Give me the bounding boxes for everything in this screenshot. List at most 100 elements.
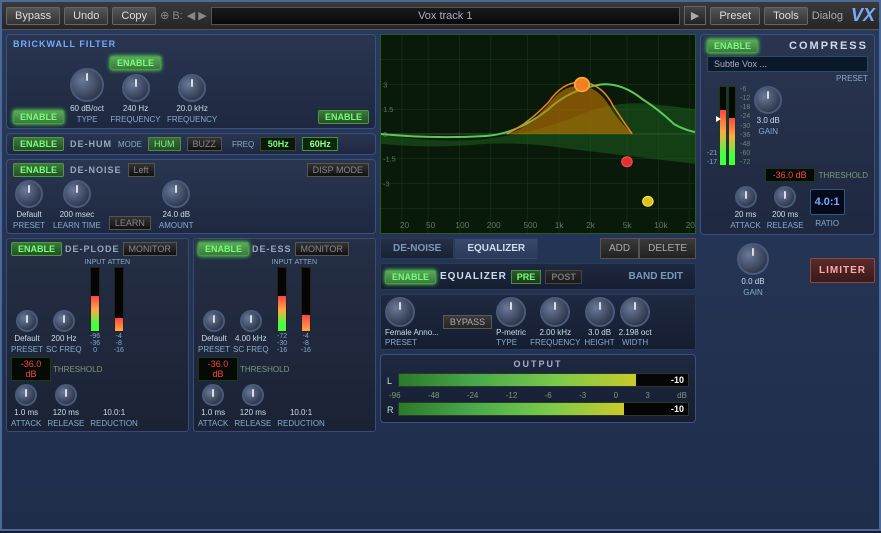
brickwall-knob2[interactable] xyxy=(122,74,150,102)
deplode-attack-knob[interactable] xyxy=(15,384,37,406)
denoise-preset-knob[interactable] xyxy=(15,180,43,208)
copy-icon: ⊕ B: xyxy=(160,9,183,22)
deplode-atten-fader[interactable]: ATTEN -4 -8 -16 xyxy=(108,259,130,354)
compress-gain-knob[interactable] xyxy=(754,86,782,114)
deplode-input-fader[interactable]: INPUT -96 -36 0 xyxy=(85,259,106,354)
denoise-disp-mode[interactable]: DISP MODE xyxy=(307,163,369,177)
deess-preset-val: Default xyxy=(201,334,226,343)
deess-enable[interactable]: ENABLE xyxy=(198,242,249,256)
deess-release-label: RELEASE xyxy=(234,419,271,428)
limiter-button[interactable]: LIMITER xyxy=(810,258,875,283)
deess-atten-fader[interactable]: ATTEN -4 -8 -16 xyxy=(295,259,317,354)
brickwall-knob3[interactable] xyxy=(178,74,206,102)
left-panel: BRICKWALL FILTER ENABLE 60 dB/oct TYPE E… xyxy=(6,34,376,529)
deess-attack-knob[interactable] xyxy=(202,384,224,406)
svg-text:100: 100 xyxy=(455,221,469,230)
deplode-sc-freq-knob[interactable] xyxy=(53,310,75,332)
eq-type-knob[interactable] xyxy=(496,297,526,327)
compress-input-meter-l xyxy=(719,86,727,166)
copy-button[interactable]: Copy xyxy=(112,7,156,25)
eq-bypass-btn[interactable]: BYPASS xyxy=(443,315,492,329)
eq-enable[interactable]: ENABLE xyxy=(385,270,436,284)
compress-ratio-label: RATIO xyxy=(815,219,839,228)
dehum-title: DE-HUM xyxy=(70,139,112,149)
brickwall-knob1[interactable] xyxy=(70,68,104,102)
svg-text:-1.5: -1.5 xyxy=(383,156,396,164)
bypass-button[interactable]: Bypass xyxy=(6,7,60,25)
svg-text:1.5: 1.5 xyxy=(383,106,393,114)
dehum-freq-label: FREQ xyxy=(232,140,254,149)
eq-display: 20 50 100 200 500 1k 2k 5k 10k 20k 3 1.5… xyxy=(380,34,696,234)
deplode-release-knob[interactable] xyxy=(55,384,77,406)
denoise-preset-label: PRESET xyxy=(13,221,45,230)
eq-height-label: HEIGHT xyxy=(584,338,614,347)
denoise-preset-val: Default xyxy=(16,210,41,219)
delete-button[interactable]: DELETE xyxy=(639,238,696,259)
dehum-hum-btn[interactable]: HUM xyxy=(148,137,181,151)
compress-release-knob[interactable] xyxy=(774,186,796,208)
compress-threshold-val: -36.0 dB xyxy=(765,168,815,182)
denoise-learn-btn[interactable]: LEARN xyxy=(109,216,151,230)
top-bar: Bypass Undo Copy ⊕ B: ◀ ▶ Vox track 1 ▶ … xyxy=(2,2,879,30)
tab-equalizer-main[interactable]: EQUALIZER xyxy=(454,238,538,259)
compress-attack-knob[interactable] xyxy=(735,186,757,208)
tab-denoise[interactable]: DE-NOISE xyxy=(380,238,454,259)
tools-button[interactable]: Tools xyxy=(764,7,808,25)
eq-post-btn[interactable]: POST xyxy=(545,270,582,284)
dehum-section: ENABLE DE-HUM MODE HUM BUZZ FREQ 50Hz 60… xyxy=(6,133,376,155)
undo-button[interactable]: Undo xyxy=(64,7,108,25)
deess-monitor[interactable]: MONITOR xyxy=(295,242,349,256)
denoise-amount-knob[interactable] xyxy=(162,180,190,208)
eq-width-knob[interactable] xyxy=(620,297,650,327)
dehum-freq1[interactable]: 50Hz xyxy=(260,137,296,151)
eq-height-knob[interactable] xyxy=(585,297,615,327)
denoise-learn-time-label: LEARN TIME xyxy=(53,221,101,230)
compress-enable[interactable]: ENABLE xyxy=(707,39,758,53)
deess-reduction-label: REDUCTION xyxy=(277,419,325,428)
transport-play[interactable]: ▶ xyxy=(684,6,706,25)
deplode-threshold-val: -36.0 dB xyxy=(11,357,51,381)
eq-width-val: 2.198 oct xyxy=(619,328,652,337)
deplode-monitor[interactable]: MONITOR xyxy=(123,242,177,256)
brickwall-freq2-label: FREQUENCY xyxy=(167,115,217,124)
deess-preset-knob[interactable] xyxy=(203,310,225,332)
deplode-attack-val: 1.0 ms xyxy=(14,408,38,417)
deplode-enable[interactable]: ENABLE xyxy=(11,242,62,256)
denoise-title: DE-NOISE xyxy=(70,165,122,175)
denoise-enable[interactable]: ENABLE xyxy=(13,163,64,177)
output-gain-label: GAIN xyxy=(743,288,763,297)
deess-preset-label: PRESET xyxy=(198,345,230,354)
eq-type-val: P-metric xyxy=(496,328,526,337)
eq-freq-knob[interactable] xyxy=(540,297,570,327)
deplode-release-val: 120 ms xyxy=(53,408,79,417)
output-gain-knob[interactable] xyxy=(737,243,769,275)
deess-title: DE-ESS xyxy=(252,244,292,254)
add-button[interactable]: ADD xyxy=(600,238,639,259)
eq-pre-btn[interactable]: PRE xyxy=(511,270,542,284)
dehum-buzz-btn[interactable]: BUZZ xyxy=(187,137,223,151)
svg-text:5k: 5k xyxy=(623,221,633,230)
compress-preset-val[interactable]: Subtle Vox ... xyxy=(707,56,868,72)
deplode-preset-knob[interactable] xyxy=(16,310,38,332)
deess-threshold-label: THRESHOLD xyxy=(240,365,289,374)
deplode-section: ENABLE DE-PLODE MONITOR Default PRESET 2… xyxy=(6,238,189,432)
brickwall-enable3[interactable]: ENABLE xyxy=(318,110,369,124)
compress-db-marker2: -17 xyxy=(707,159,717,166)
deplode-reduction-val: 10.0:1 xyxy=(103,408,125,417)
deess-input-fader[interactable]: INPUT -72 -30 -16 xyxy=(272,259,293,354)
deess-atten-label: ATTEN xyxy=(295,259,317,266)
deess-release-knob[interactable] xyxy=(242,384,264,406)
deess-sc-freq-val: 4.00 kHz xyxy=(235,334,267,343)
brickwall-enable2[interactable]: ENABLE xyxy=(110,56,161,70)
denoise-learn-time-knob[interactable] xyxy=(63,180,91,208)
svg-text:20: 20 xyxy=(400,221,410,230)
dehum-freq2[interactable]: 60Hz xyxy=(302,137,338,151)
deess-sc-freq-knob[interactable] xyxy=(240,310,262,332)
preset-button[interactable]: Preset xyxy=(710,7,760,25)
eq-preset-knob[interactable] xyxy=(385,297,415,327)
dehum-enable[interactable]: ENABLE xyxy=(13,137,64,151)
output-level-l: -10 xyxy=(671,375,684,385)
brickwall-enable1[interactable]: ENABLE xyxy=(13,110,64,124)
compress-release-val: 200 ms xyxy=(772,210,798,219)
denoise-left-btn[interactable]: Left xyxy=(128,163,155,177)
